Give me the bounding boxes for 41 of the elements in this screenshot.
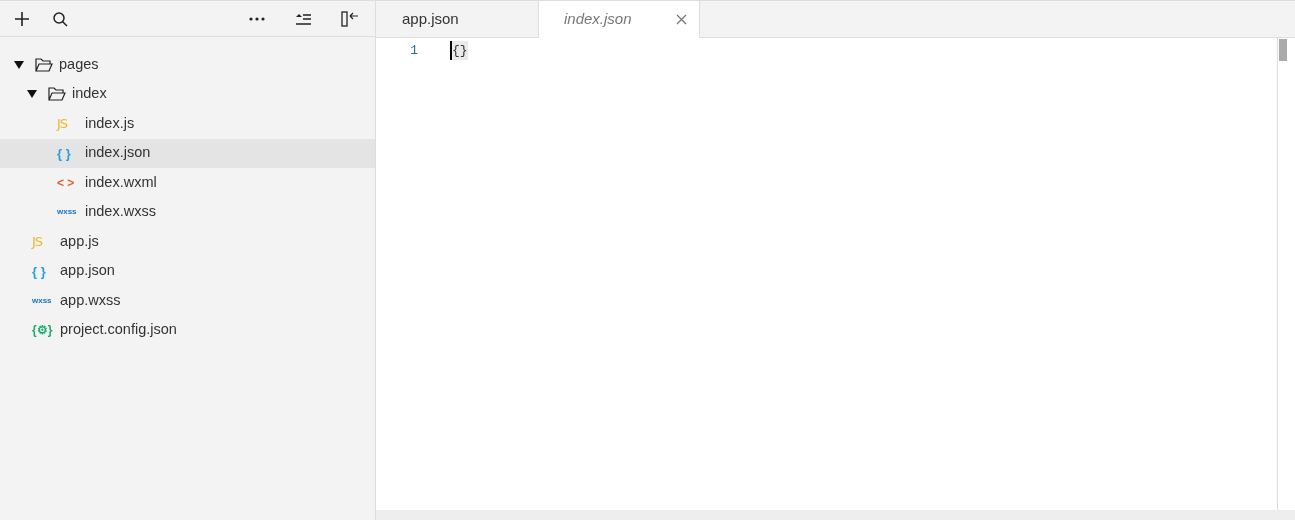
file-name: index.wxml (85, 172, 157, 192)
tree-item[interactable]: JS app.js (0, 227, 375, 257)
file-name: index (72, 84, 107, 104)
tree-item[interactable]: JS index.js (0, 109, 375, 139)
add-icon[interactable] (14, 10, 30, 27)
file-name: index.js (85, 113, 135, 133)
collapse-all-icon[interactable] (295, 12, 311, 25)
line-number: 1 (409, 41, 418, 60)
file-name: project.config.json (60, 320, 177, 340)
folder-icon (48, 87, 66, 102)
braces-icon: { } (32, 264, 46, 278)
file-name: app.js (60, 231, 99, 251)
file-name: index.json (85, 143, 151, 163)
file-name: app.json (60, 261, 115, 281)
code-text: {} (450, 40, 468, 61)
file-name: index.wxss (85, 202, 156, 222)
folder-icon (35, 57, 53, 72)
tree-item[interactable]: { } app.json (0, 256, 375, 286)
tree-item[interactable]: index (0, 79, 375, 109)
editor-tab[interactable]: app.json (376, 1, 538, 38)
collapse-panel-icon[interactable] (341, 10, 359, 27)
tree-item[interactable]: {⚙} project.config.json (0, 315, 375, 345)
config-file-icon: {⚙} (32, 324, 53, 337)
wxss-file-icon: wxss (32, 296, 52, 305)
js-file-icon: JS (32, 235, 43, 249)
scrollbar-thumb[interactable] (1279, 39, 1287, 61)
tree-item[interactable]: < > index.wxml (0, 168, 375, 198)
file-name: app.wxss (60, 290, 121, 310)
tree-item[interactable]: wxss index.wxss (0, 197, 375, 227)
braces-icon: { } (57, 146, 71, 160)
search-icon[interactable] (52, 10, 68, 27)
angle-brackets-icon: < > (57, 176, 75, 189)
js-file-icon: JS (57, 117, 68, 131)
close-icon[interactable] (676, 14, 687, 25)
wxss-file-icon: wxss (57, 208, 77, 217)
more-icon[interactable] (249, 16, 265, 21)
file-name: pages (59, 54, 99, 74)
tree-item[interactable]: pages (0, 50, 375, 80)
editor-tab[interactable]: index.json (538, 1, 700, 38)
tree-item[interactable]: wxss app.wxss (0, 286, 375, 316)
tree-item[interactable]: { } index.json (0, 138, 375, 168)
